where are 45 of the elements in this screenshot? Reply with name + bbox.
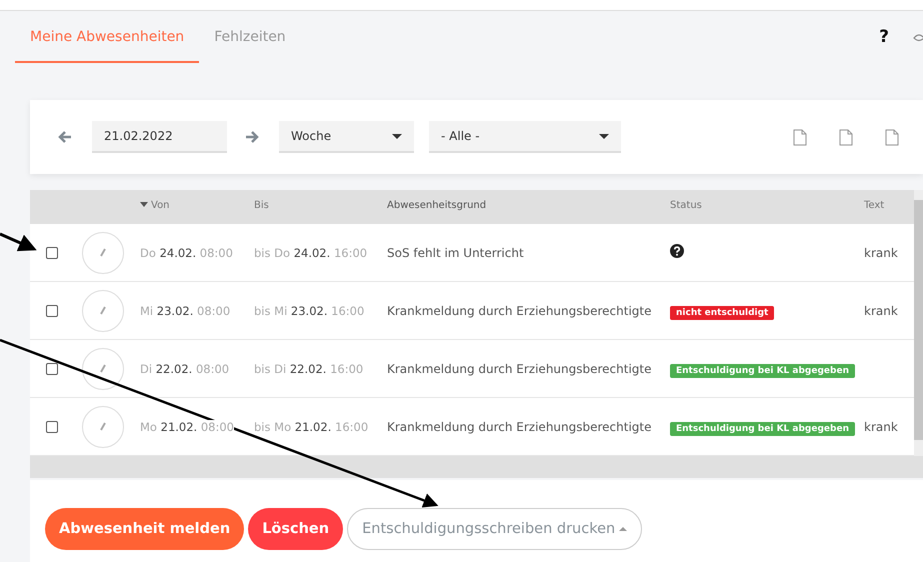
from-date-cell-text: Di 22.02. 08:00: [140, 362, 230, 376]
column-header: Status: [670, 200, 703, 212]
status-badge: Entschuldigung bei KL abgegeben: [670, 422, 855, 436]
text-cell: krank: [864, 304, 898, 318]
row-checkbox[interactable]: [46, 246, 58, 258]
row-checkbox[interactable]: [46, 362, 58, 374]
help-button[interactable]: ?: [879, 27, 889, 47]
file-export-icon[interactable]: [793, 128, 807, 146]
annotation-arrow: [0, 232, 37, 252]
file-export-icon[interactable]: [885, 128, 899, 146]
reason-cell-text: Krankmeldung durch Erziehungsberechtigte: [387, 362, 653, 376]
to-date-cell-text: bis Do 24.02. 16:00: [254, 246, 368, 260]
to-date-cell-text: bis Mo 21.02. 16:00: [254, 420, 370, 434]
action-button[interactable]: Löschen: [248, 508, 344, 550]
date-field[interactable]: 21.02.2022: [92, 121, 227, 153]
tab[interactable]: Fehlzeiten: [199, 11, 301, 63]
reason-cell-text: SoS fehlt im Unterricht: [387, 246, 525, 260]
to-date-cell-text: bis Di 22.02. 16:00: [254, 362, 364, 376]
column-header: Abwesenheitsgrund: [387, 200, 488, 212]
scrollbar[interactable]: [914, 190, 923, 456]
reason-cell-text: Krankmeldung durch Erziehungsberechtigte: [387, 304, 653, 318]
text-cell: krank: [864, 420, 898, 434]
status-badge: Entschuldigung bei KL abgegeben: [670, 364, 855, 378]
period-select[interactable]: Woche: [279, 121, 414, 153]
text-cell: krank: [864, 246, 898, 260]
from-date-cell-text: Do 24.02. 08:00: [140, 246, 234, 260]
arrow-right-icon[interactable]: [245, 130, 259, 144]
tab[interactable]: Meine Abwesenheiten: [15, 11, 200, 63]
from-date-cell-text: Mi 23.02. 08:00: [140, 304, 232, 318]
column-header[interactable]: Von: [140, 200, 254, 214]
edit-button[interactable]: [82, 348, 124, 390]
reason-cell-text: Krankmeldung durch Erziehungsberechtigte: [387, 420, 653, 434]
question-icon: [670, 244, 684, 258]
action-button[interactable]: Abwesenheit melden: [45, 508, 244, 550]
column-header: Text: [864, 200, 886, 212]
row-checkbox[interactable]: [46, 304, 58, 316]
row-checkbox[interactable]: [46, 420, 58, 432]
dropdown-button[interactable]: Entschuldigungsschreiben drucken: [347, 508, 642, 550]
from-date-cell-text: Mo 21.02. 08:00: [140, 420, 236, 434]
to-date-cell-text: bis Mi 23.02. 16:00: [254, 304, 366, 318]
status-badge: nicht entschuldigt: [670, 306, 774, 320]
file-export-icon[interactable]: [839, 128, 853, 146]
category-select[interactable]: - Alle -: [429, 121, 621, 153]
arrow-left-icon[interactable]: [58, 130, 72, 144]
column-header: Bis: [254, 200, 270, 212]
